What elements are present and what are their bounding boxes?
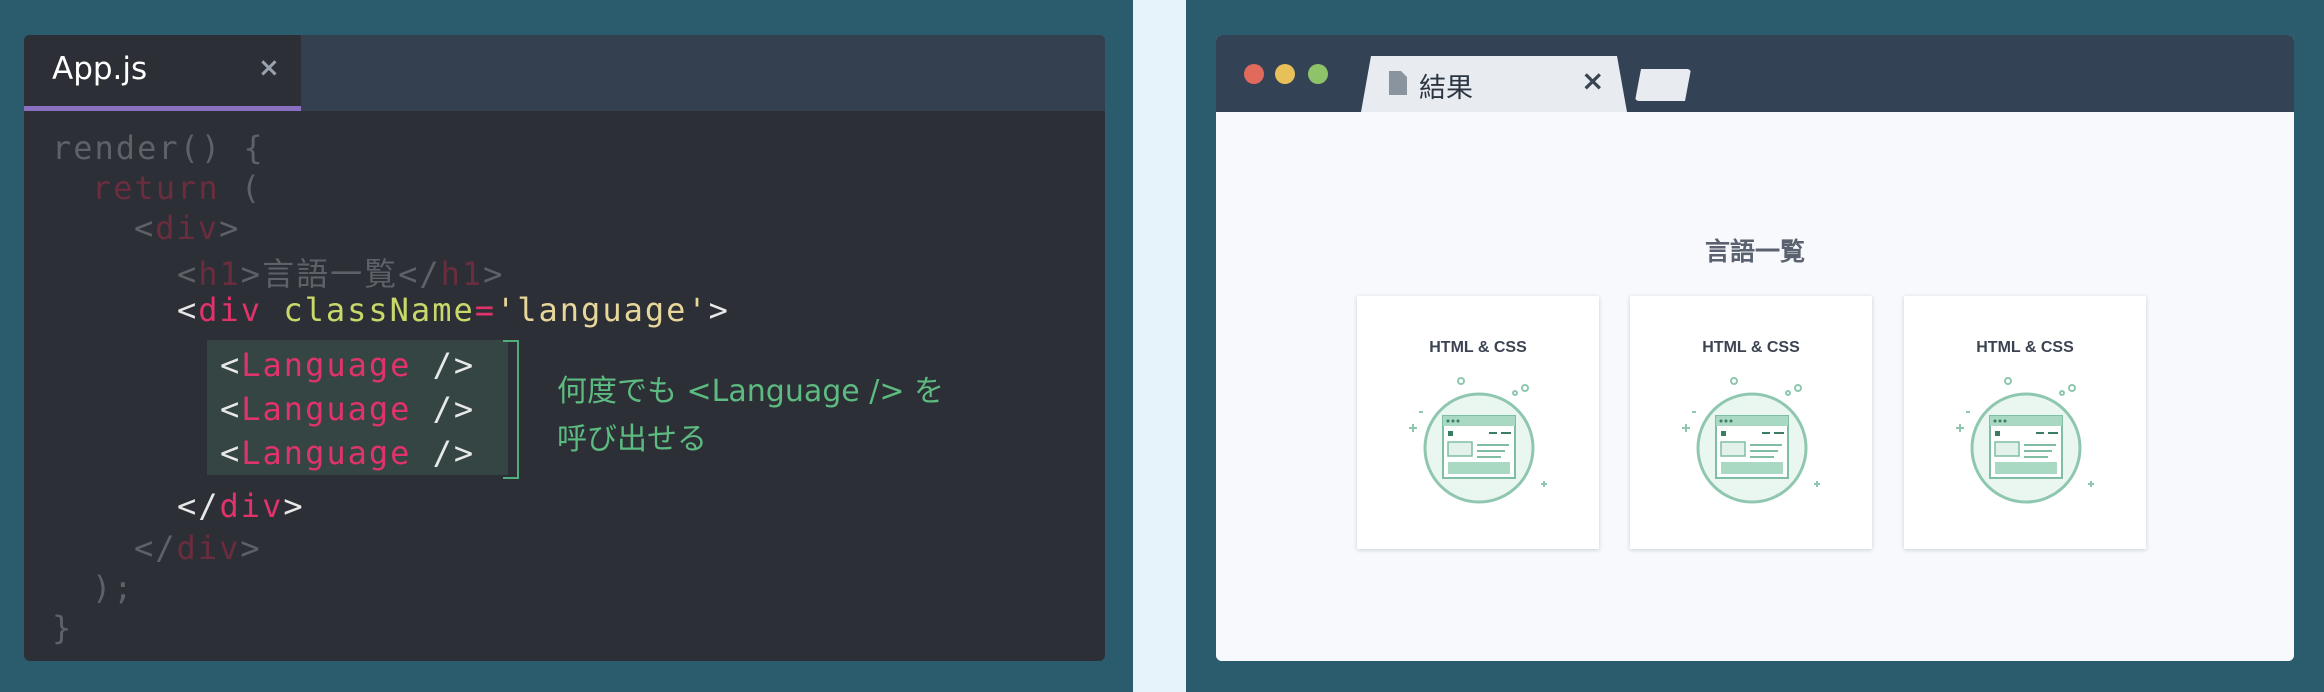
language-card[interactable]: HTML & CSS	[1630, 296, 1872, 549]
code-line: </div>	[177, 487, 305, 525]
card-title: HTML & CSS	[1702, 339, 1800, 356]
browser-tab-title: 結果	[1419, 73, 1473, 104]
code-line: }	[52, 609, 74, 647]
highlight-bracket	[503, 340, 519, 479]
browser-content: 言語一覧 HTML & CSS HTML & CSS HTML & CSS	[1216, 112, 2294, 661]
close-icon[interactable]: ×	[258, 53, 280, 83]
code-area: render() { return ( <div> <h1>言語一覧</h1> …	[24, 35, 728, 647]
code-line: <div className='language'>	[177, 291, 730, 329]
browser-title-bar: 結果 ×	[1216, 35, 2294, 112]
code-editor: App.js × render() { return ( <div> <h1>言…	[24, 35, 1105, 661]
browser-tab-result[interactable]: 結果 ×	[1361, 56, 1627, 112]
language-card[interactable]: HTML & CSS	[1357, 296, 1599, 549]
browser-window: 結果 × 言語一覧 HTML & CSS HTML & CSS HTML & C…	[1216, 35, 2294, 661]
card-title: HTML & CSS	[1976, 339, 2074, 356]
code-line: <Language />	[220, 346, 476, 384]
page-title: 言語一覧	[1704, 237, 1805, 266]
code-line: return (	[92, 169, 263, 207]
close-window-button[interactable]	[1244, 64, 1264, 84]
editor-tab-bar: App.js ×	[24, 35, 1105, 111]
web-page-illustration-icon	[1956, 377, 2094, 504]
code-line: <Language />	[220, 434, 476, 472]
document-icon	[1389, 71, 1407, 95]
panel-divider	[1133, 0, 1186, 692]
annotation-line: 呼び出せる	[557, 422, 707, 457]
language-card[interactable]: HTML & CSS	[1904, 296, 2146, 549]
code-line: render() {	[52, 129, 265, 167]
card-title: HTML & CSS	[1429, 339, 1527, 356]
code-annotation: 何度でも <Language /> を 呼び出せる	[557, 368, 944, 464]
code-line: <h1>言語一覧</h1>	[177, 255, 505, 293]
new-tab-button[interactable]	[1635, 69, 1691, 101]
code-line: );	[92, 569, 135, 607]
annotation-line: 何度でも <Language /> を	[557, 374, 945, 409]
code-line: <Language />	[220, 390, 476, 428]
code-line: </div>	[134, 529, 262, 567]
close-icon[interactable]: ×	[1581, 64, 1604, 97]
maximize-window-button[interactable]	[1308, 64, 1328, 84]
web-page-illustration-icon	[1682, 377, 1820, 504]
web-page-illustration-icon	[1409, 377, 1547, 504]
code-line: <div>	[134, 209, 241, 247]
minimize-window-button[interactable]	[1275, 64, 1295, 84]
